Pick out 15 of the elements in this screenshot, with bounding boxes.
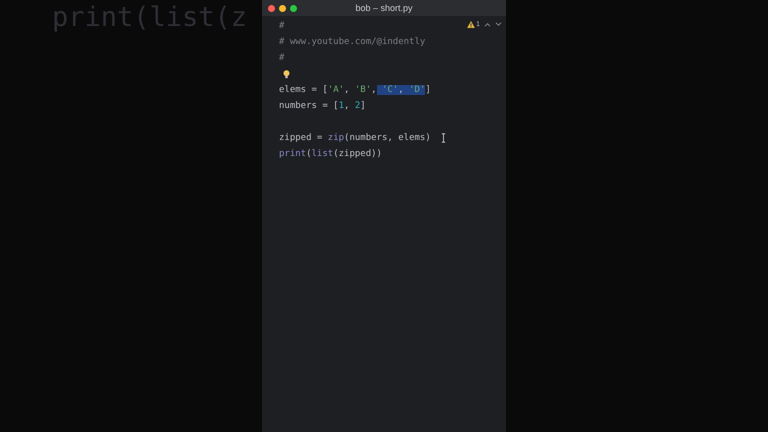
- chevron-up-icon[interactable]: [484, 22, 491, 27]
- chevron-down-icon[interactable]: [495, 22, 502, 27]
- code-line: numbers = [1, 2]: [279, 101, 366, 111]
- code-line: # www.youtube.com/@indently: [279, 37, 426, 47]
- lightbulb-icon[interactable]: [283, 70, 290, 78]
- window-title: bob – short.py: [354, 3, 414, 13]
- code-line: zipped = zip(numbers, elems): [279, 133, 431, 143]
- minimize-button[interactable]: [279, 4, 286, 12]
- close-button[interactable]: [268, 4, 275, 12]
- warning-icon[interactable]: [467, 21, 476, 28]
- code-line: #: [279, 21, 284, 31]
- maximize-button[interactable]: [290, 4, 297, 12]
- code-line: #: [279, 53, 284, 63]
- code-line: elems = ['A', 'B', 'C', 'D']: [279, 85, 431, 95]
- code-line: print(list(zipped)): [279, 149, 382, 159]
